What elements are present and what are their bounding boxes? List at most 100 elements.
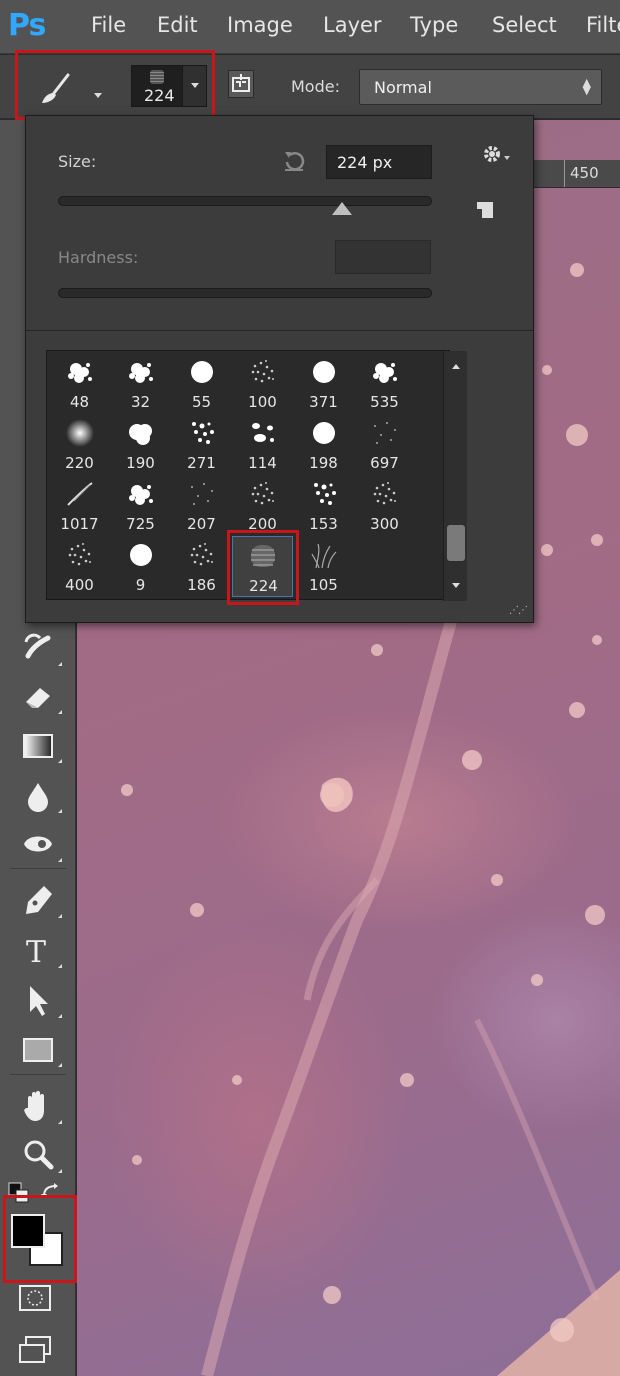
brush-tip-dabs-icon: [247, 418, 279, 452]
brush-preset-size-label: 105: [309, 576, 338, 594]
brush-preset-220[interactable]: 220: [49, 414, 110, 475]
brush-tip-speckle-icon: [64, 540, 96, 574]
new-preset-icon[interactable]: [474, 199, 496, 221]
eraser-icon: [26, 688, 50, 708]
brush-preset-size-label: 1017: [60, 515, 99, 533]
brush-tip-hard-round-icon: [309, 357, 339, 391]
menu-image[interactable]: Image: [227, 13, 293, 37]
menu-select[interactable]: Select: [492, 13, 557, 37]
rectangle-tool[interactable]: [18, 1029, 62, 1069]
brush-preset-size-label: 100: [248, 393, 277, 411]
brush-preset-1017[interactable]: 1017: [49, 475, 110, 536]
brush-tip-splatter-icon: [64, 357, 96, 391]
size-label: Size:: [58, 152, 97, 171]
brush-preset-size-label: 153: [309, 515, 338, 533]
brush-preset-48[interactable]: 48: [49, 353, 110, 414]
hardness-slider-track: [58, 288, 432, 298]
brush-preset-198[interactable]: 198: [293, 414, 354, 475]
brush-preset-207[interactable]: 207: [171, 475, 232, 536]
menu-filter[interactable]: Filte: [586, 13, 620, 37]
type-tool[interactable]: T: [18, 930, 62, 970]
type-icon: T: [26, 935, 46, 970]
menu-file[interactable]: File: [91, 13, 126, 37]
menu-layer[interactable]: Layer: [323, 13, 382, 37]
brush-preset-100[interactable]: 100: [232, 353, 293, 414]
hand-tool[interactable]: [18, 1086, 62, 1126]
brush-preset-300[interactable]: 300: [354, 475, 415, 536]
brush-panel-icon: [232, 74, 250, 92]
resize-grip-icon[interactable]: ⋰⋰: [509, 605, 528, 616]
preset-scrollbar[interactable]: [443, 351, 467, 601]
foreground-color-swatch-top[interactable]: [11, 1214, 45, 1248]
brush-preset-size-label: 300: [370, 515, 399, 533]
gradient-tool[interactable]: [18, 725, 62, 765]
brush-preset-371[interactable]: 371: [293, 353, 354, 414]
size-slider-thumb[interactable]: [332, 202, 353, 215]
size-slider-track[interactable]: [58, 196, 432, 206]
brush-preset-size-label: 114: [248, 454, 277, 472]
brush-preset-153[interactable]: 153: [293, 475, 354, 536]
brush-preset-size-label: 271: [187, 454, 216, 472]
brush-tip-dots-icon: [308, 479, 340, 513]
dodge-icon: [24, 836, 52, 852]
blur-tool[interactable]: [18, 775, 62, 815]
brush-preset-size-label: 400: [65, 576, 94, 594]
brush-preset-size-label: 535: [370, 393, 399, 411]
callout-highlight-selected-preset: [227, 530, 299, 605]
brush-preset-697[interactable]: 697: [354, 414, 415, 475]
brush-preset-32[interactable]: 32: [110, 353, 171, 414]
brush-tip-cloud-icon: [125, 418, 157, 452]
zoom-tool[interactable]: [18, 1135, 62, 1175]
pen-icon: [26, 886, 52, 914]
horizontal-ruler: 450: [532, 160, 620, 188]
brush-preset-55[interactable]: 55: [171, 353, 232, 414]
reset-size-icon[interactable]: [281, 148, 307, 174]
hand-icon: [24, 1091, 44, 1121]
up-down-icon: ▲ ▼: [582, 76, 591, 97]
brush-preset-200[interactable]: 200: [232, 475, 293, 536]
brush-preset-400[interactable]: 400: [49, 536, 110, 597]
brush-tip-grass-icon: [308, 540, 340, 574]
brush-preset-size-label: 190: [126, 454, 155, 472]
brush-preset-9[interactable]: 9: [110, 536, 171, 597]
eraser-tool[interactable]: [18, 676, 62, 716]
brush-preset-size-label: 32: [130, 393, 151, 411]
brush-preset-size-label: 220: [65, 454, 94, 472]
brush-tip-sparse-icon: [186, 479, 218, 513]
callout-highlight-options: [15, 50, 215, 120]
gear-icon[interactable]: [480, 142, 510, 168]
brush-size-input[interactable]: 224 px: [326, 145, 432, 179]
brush-preset-size-label: 55: [191, 393, 212, 411]
pen-tool[interactable]: [18, 880, 62, 920]
brush-panel-toggle-button[interactable]: [228, 70, 254, 98]
svg-text:T: T: [26, 935, 46, 970]
menu-bar: Ps File Edit Image Layer Type Select Fil…: [0, 0, 620, 54]
menu-edit[interactable]: Edit: [157, 13, 198, 37]
brush-preset-725[interactable]: 725: [110, 475, 171, 536]
brush-preset-186[interactable]: 186: [171, 536, 232, 597]
brush-tip-soft-round-icon: [65, 418, 95, 452]
dodge-tool[interactable]: [18, 824, 62, 864]
brush-preset-size-label: 725: [126, 515, 155, 533]
hardness-input: [335, 240, 431, 274]
brush-preset-size-label: 48: [69, 393, 90, 411]
brush-preset-size-label: 186: [187, 576, 216, 594]
menu-type[interactable]: Type: [410, 13, 458, 37]
brush-tip-sparse-icon: [369, 418, 401, 452]
quick-mask-icon[interactable]: [18, 1284, 52, 1312]
brush-tip-speckle-icon: [247, 357, 279, 391]
path-selection-tool[interactable]: [18, 980, 62, 1020]
brush-preset-114[interactable]: 114: [232, 414, 293, 475]
history-brush-tool[interactable]: [18, 628, 62, 668]
brush-preset-190[interactable]: 190: [110, 414, 171, 475]
mode-select-value: Normal: [374, 78, 432, 97]
brush-preset-105[interactable]: 105: [293, 536, 354, 597]
brush-tip-hard-round-icon: [187, 357, 217, 391]
mode-select[interactable]: Normal ▲ ▼: [359, 69, 602, 105]
brush-size-value: 224 px: [337, 153, 393, 172]
brush-preset-271[interactable]: 271: [171, 414, 232, 475]
brush-preset-535[interactable]: 535: [354, 353, 415, 414]
brush-tip-splatter-icon: [125, 479, 157, 513]
brush-tip-splatter-icon: [369, 357, 401, 391]
screen-mode-icon[interactable]: [18, 1335, 54, 1365]
